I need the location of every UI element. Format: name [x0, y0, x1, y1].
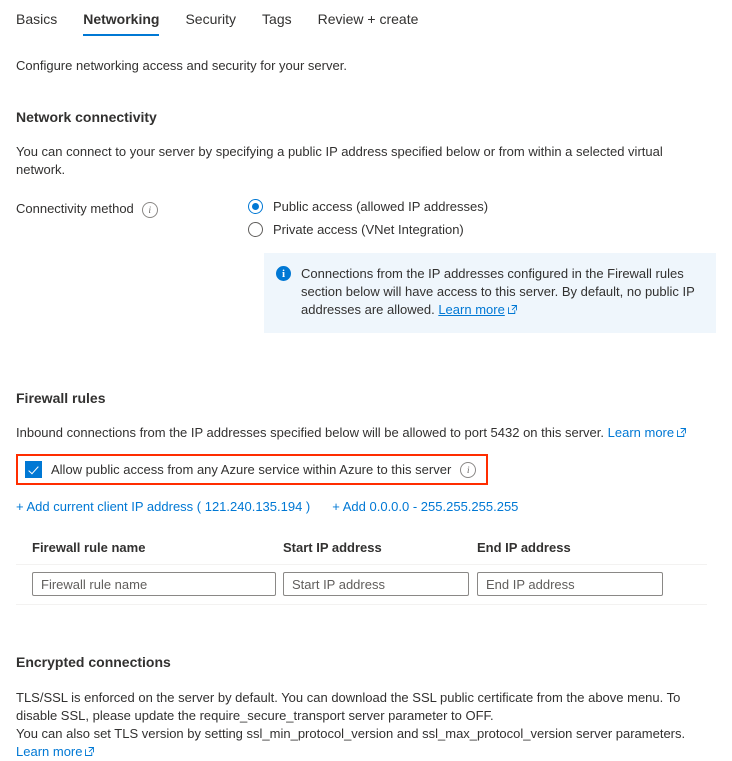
firewall-rules-table-header: Firewall rule name Start IP address End …	[16, 540, 707, 565]
radio-public-access[interactable]: Public access (allowed IP addresses)	[248, 199, 488, 214]
connectivity-method-label-group: Connectivity method i	[16, 199, 248, 237]
encrypted-connections-title: Encrypted connections	[16, 654, 171, 670]
public-access-info-banner-text: Connections from the IP addresses config…	[301, 265, 704, 319]
firewall-rules-description-text: Inbound connections from the IP addresse…	[16, 425, 604, 440]
banner-learn-more-label: Learn more	[438, 302, 505, 317]
radio-public-access-label: Public access (allowed IP addresses)	[273, 199, 489, 214]
allow-azure-access-highlight: Allow public access from any Azure servi…	[16, 454, 489, 485]
table-row	[16, 565, 707, 605]
allow-azure-access-checkbox-row[interactable]: Allow public access from any Azure servi…	[25, 461, 477, 478]
info-icon[interactable]: i	[141, 202, 158, 218]
encrypted-learn-more-label: Learn more	[16, 744, 83, 759]
start-ip-input[interactable]	[283, 572, 469, 596]
firewall-rules-description: Inbound connections from the IP addresse…	[16, 424, 716, 442]
encrypted-connections-line1: TLS/SSL is enforced on the server by def…	[16, 690, 681, 723]
tab-basics[interactable]: Basics	[16, 11, 57, 34]
column-header-rule-name: Firewall rule name	[32, 540, 146, 555]
allow-azure-access-checkbox[interactable]	[25, 461, 42, 478]
column-header-end-ip: End IP address	[477, 540, 571, 555]
firewall-learn-more-link[interactable]: Learn more	[608, 425, 674, 440]
info-filled-icon: i	[276, 266, 291, 281]
add-current-client-ip-link[interactable]: + Add current client IP address ( 121.24…	[16, 499, 310, 514]
page-content: Configure networking access and security…	[0, 57, 732, 761]
tab-review-create[interactable]: Review + create	[318, 11, 419, 34]
firewall-rules-table: Firewall rule name Start IP address End …	[16, 540, 707, 605]
radio-private-access-label: Private access (VNet Integration)	[273, 222, 464, 237]
firewall-rules-section: Firewall rules Inbound connections from …	[16, 389, 716, 605]
radio-private-access-indicator[interactable]	[248, 222, 263, 237]
connectivity-method-radio-group: Public access (allowed IP addresses) Pri…	[248, 199, 488, 237]
external-link-icon	[677, 428, 687, 437]
tab-security[interactable]: Security	[185, 11, 236, 34]
external-link-icon	[507, 305, 517, 314]
wizard-tabs: Basics Networking Security Tags Review +…	[0, 0, 732, 41]
page-intro-text: Configure networking access and security…	[16, 58, 347, 73]
banner-learn-more-link[interactable]: Learn more	[438, 302, 504, 317]
network-connectivity-section: Network connectivity You can connect to …	[16, 108, 716, 333]
tab-tags[interactable]: Tags	[262, 11, 292, 34]
info-icon[interactable]: i	[460, 462, 477, 478]
connectivity-method-label: Connectivity method	[16, 201, 134, 216]
encrypted-connections-section: Encrypted connections TLS/SSL is enforce…	[16, 653, 716, 761]
network-connectivity-title: Network connectivity	[16, 109, 157, 125]
network-connectivity-description: You can connect to your server by specif…	[16, 144, 663, 177]
column-header-start-ip: Start IP address	[283, 540, 382, 555]
radio-public-access-indicator[interactable]	[248, 199, 263, 214]
tab-networking[interactable]: Networking	[83, 11, 160, 36]
firewall-rules-title: Firewall rules	[16, 390, 106, 406]
firewall-rule-name-input[interactable]	[32, 572, 276, 596]
external-link-icon	[85, 747, 95, 756]
firewall-learn-more-label: Learn more	[607, 425, 675, 440]
encrypted-connections-line2: You can also set TLS version by setting …	[16, 726, 686, 741]
public-access-info-banner: i Connections from the IP addresses conf…	[264, 253, 716, 333]
connectivity-method-row: Connectivity method i Public access (all…	[16, 199, 716, 237]
add-all-ip-range-link[interactable]: + Add 0.0.0.0 - 255.255.255.255	[332, 499, 518, 514]
encrypted-learn-more-link[interactable]: Learn more	[16, 744, 82, 759]
allow-azure-access-label: Allow public access from any Azure servi…	[51, 462, 452, 477]
radio-private-access[interactable]: Private access (VNet Integration)	[248, 222, 488, 237]
encrypted-connections-description: TLS/SSL is enforced on the server by def…	[16, 689, 706, 761]
end-ip-input[interactable]	[477, 572, 663, 596]
add-ip-links: + Add current client IP address ( 121.24…	[16, 499, 716, 514]
